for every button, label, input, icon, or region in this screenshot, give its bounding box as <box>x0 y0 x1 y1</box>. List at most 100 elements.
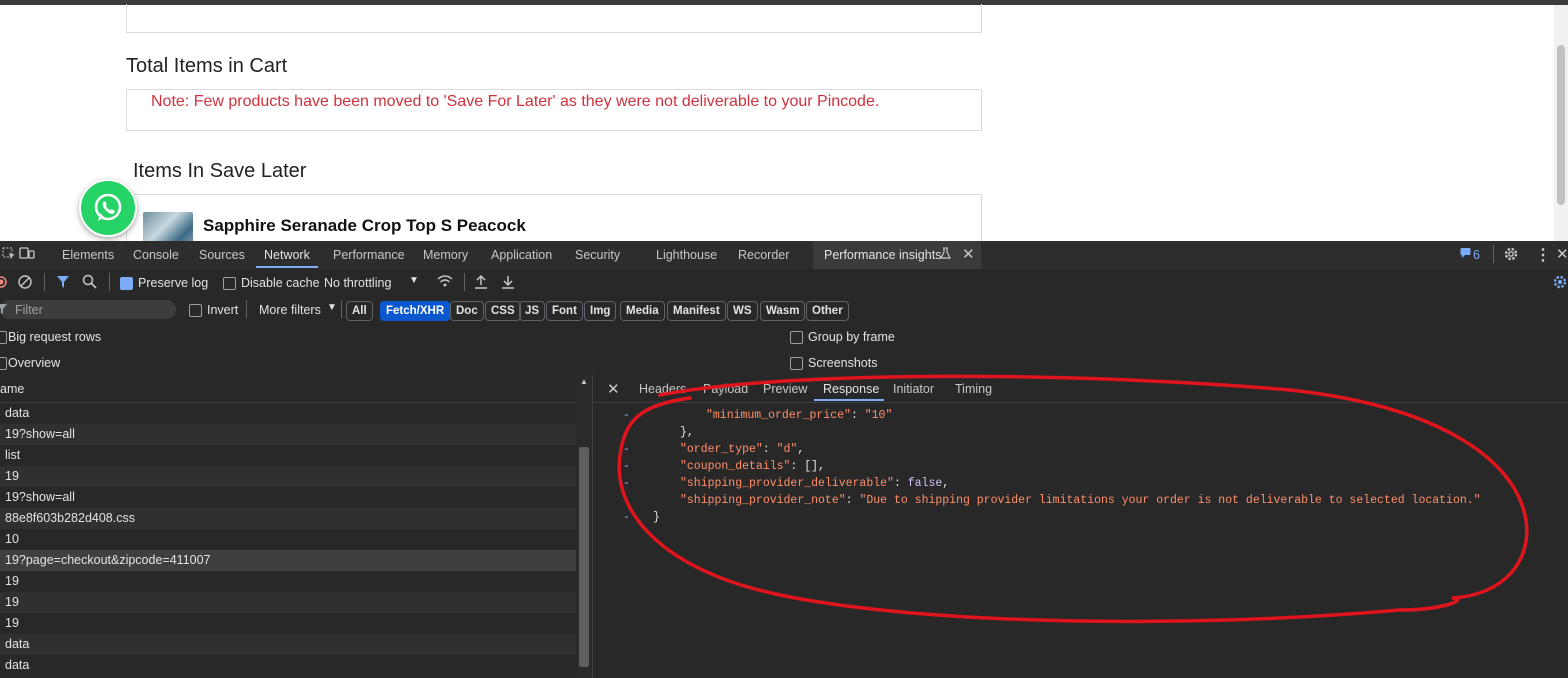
upload-icon[interactable] <box>474 274 488 292</box>
request-row[interactable]: list <box>0 445 576 466</box>
close-tab-icon[interactable]: ✕ <box>962 245 975 263</box>
tab-network[interactable]: Network <box>264 248 310 262</box>
disable-cache-checkbox[interactable] <box>223 276 236 291</box>
more-filters-dropdown[interactable]: More filters <box>259 303 321 317</box>
filter-funnel-icon[interactable] <box>56 275 70 292</box>
filter-chip-css[interactable]: CSS <box>485 301 521 321</box>
tab-recorder[interactable]: Recorder <box>738 248 789 262</box>
detail-tab-headers[interactable]: Headers <box>639 382 686 396</box>
invert-label: Invert <box>207 303 239 317</box>
request-row[interactable]: data <box>0 403 576 424</box>
requests-scroll-thumb[interactable] <box>579 447 589 667</box>
download-icon[interactable] <box>501 274 515 292</box>
request-row[interactable]: 19?page=checkout&zipcode=411007 <box>0 550 576 571</box>
group-by-frame-checkbox[interactable] <box>790 330 803 345</box>
filter-chip-other[interactable]: Other <box>806 301 849 321</box>
web-page: Total Items in Cart Note: Few products h… <box>0 0 1568 241</box>
tab-security[interactable]: Security <box>575 248 620 262</box>
requests-scrollbar[interactable]: ▲ <box>577 375 592 678</box>
request-row[interactable]: 19 <box>0 592 576 613</box>
tab-elements[interactable]: Elements <box>62 248 114 262</box>
scroll-up-arrow-icon[interactable]: ▲ <box>580 377 588 386</box>
filter-chip-manifest[interactable]: Manifest <box>667 301 726 321</box>
page-scrollbar[interactable] <box>1554 5 1568 241</box>
network-conditions-icon[interactable] <box>437 274 453 292</box>
throttling-select[interactable]: No throttling <box>324 276 391 290</box>
issues-icon[interactable] <box>1460 247 1471 261</box>
filter-chip-wasm[interactable]: Wasm <box>760 301 806 321</box>
tab-console[interactable]: Console <box>133 248 179 262</box>
screenshots-check[interactable] <box>790 357 803 371</box>
big-request-rows-checkbox[interactable] <box>0 330 7 345</box>
close-detail-icon[interactable]: ✕ <box>607 380 620 398</box>
overview-check[interactable] <box>0 357 7 371</box>
inspect-icon[interactable] <box>2 246 16 263</box>
search-icon[interactable] <box>82 274 97 292</box>
filter-input[interactable]: Filter <box>0 300 176 319</box>
settings-gear-icon[interactable] <box>1503 246 1519 265</box>
screenshots-checkbox[interactable] <box>790 356 803 371</box>
chevron-down-icon[interactable]: ▼ <box>409 275 419 286</box>
request-row[interactable]: 19 <box>0 613 576 634</box>
tab-memory[interactable]: Memory <box>423 248 468 262</box>
clear-icon[interactable] <box>18 275 32 292</box>
save-later-heading: Items In Save Later <box>133 160 307 182</box>
detail-tab-response[interactable]: Response <box>823 382 879 396</box>
filter-chip-ws[interactable]: WS <box>727 301 758 321</box>
tab-performance[interactable]: Performance <box>333 248 405 262</box>
request-row[interactable]: data <box>0 634 576 655</box>
device-toolbar-icon[interactable] <box>19 246 35 263</box>
request-row[interactable]: 19 <box>0 466 576 487</box>
filter-chip-doc[interactable]: Doc <box>450 301 484 321</box>
filter-chip-media[interactable]: Media <box>620 301 665 321</box>
product-thumbnail[interactable] <box>143 212 193 241</box>
filter-chip-img[interactable]: Img <box>584 301 617 321</box>
json-key: "coupon_details" <box>680 460 791 473</box>
group-by-frame-label: Group by frame <box>808 330 895 344</box>
request-row[interactable]: 19 <box>0 571 576 592</box>
preserve-log-check[interactable] <box>120 277 133 291</box>
request-row[interactable]: 10 <box>0 529 576 550</box>
filter-chip-all[interactable]: All <box>346 301 373 321</box>
issues-count[interactable]: 6 <box>1473 248 1480 262</box>
big-request-rows-check[interactable] <box>0 331 7 345</box>
request-row[interactable]: 88e8f603b282d408.css <box>0 508 576 529</box>
tab-lighthouse[interactable]: Lighthouse <box>656 248 717 262</box>
more-options-icon[interactable]: ⋮ <box>1535 245 1551 265</box>
json-value: "Due to shipping provider limitations yo… <box>859 494 1481 507</box>
request-row[interactable]: 19?show=all <box>0 487 576 508</box>
detail-tab-payload[interactable]: Payload <box>703 382 748 396</box>
request-row[interactable]: 19?show=all <box>0 424 576 445</box>
detail-tab-preview[interactable]: Preview <box>763 382 807 396</box>
filter-chip-font[interactable]: Font <box>546 301 583 321</box>
close-devtools-icon[interactable]: ✕ <box>1556 245 1568 263</box>
json-value: "10" <box>864 409 893 422</box>
filter-chip-js[interactable]: JS <box>519 301 546 321</box>
overview-checkbox[interactable] <box>0 356 7 371</box>
tab-sources[interactable]: Sources <box>199 248 245 262</box>
invert-check[interactable] <box>189 304 202 318</box>
network-settings-gear-icon[interactable] <box>1552 274 1568 293</box>
disable-cache-check[interactable] <box>223 277 236 291</box>
response-body[interactable]: - "minimum_order_price": "10" -}, - "order… <box>593 403 1568 678</box>
page-scroll-thumb[interactable] <box>1557 45 1565 205</box>
whatsapp-icon[interactable] <box>79 179 137 237</box>
filter-chip-fetch-xhr[interactable]: Fetch/XHR <box>380 301 451 321</box>
tab-application[interactable]: Application <box>491 248 552 262</box>
name-column-label[interactable]: ame <box>0 382 24 396</box>
pincode-note: Note: Few products have been moved to 'S… <box>151 93 880 110</box>
invert-checkbox[interactable] <box>189 303 202 318</box>
preserve-log-checkbox[interactable] <box>120 276 133 291</box>
product-title[interactable]: Sapphire Seranade Crop Top S Peacock <box>203 216 526 236</box>
detail-active-indicator <box>814 399 884 401</box>
detail-tab-initiator[interactable]: Initiator <box>893 382 934 396</box>
preserve-log-label: Preserve log <box>138 276 209 290</box>
request-row[interactable]: data <box>0 655 576 676</box>
detail-tab-timing[interactable]: Timing <box>955 382 992 396</box>
chevron-down-icon[interactable]: ▼ <box>327 302 337 313</box>
group-by-frame-check[interactable] <box>790 331 803 345</box>
save-later-item[interactable]: Sapphire Seranade Crop Top S Peacock <box>126 194 982 241</box>
record-icon[interactable] <box>0 276 7 291</box>
tab-performance-insights[interactable]: Performance insights ✕ <box>813 241 981 269</box>
requests-column-header[interactable]: ame <box>0 375 576 403</box>
